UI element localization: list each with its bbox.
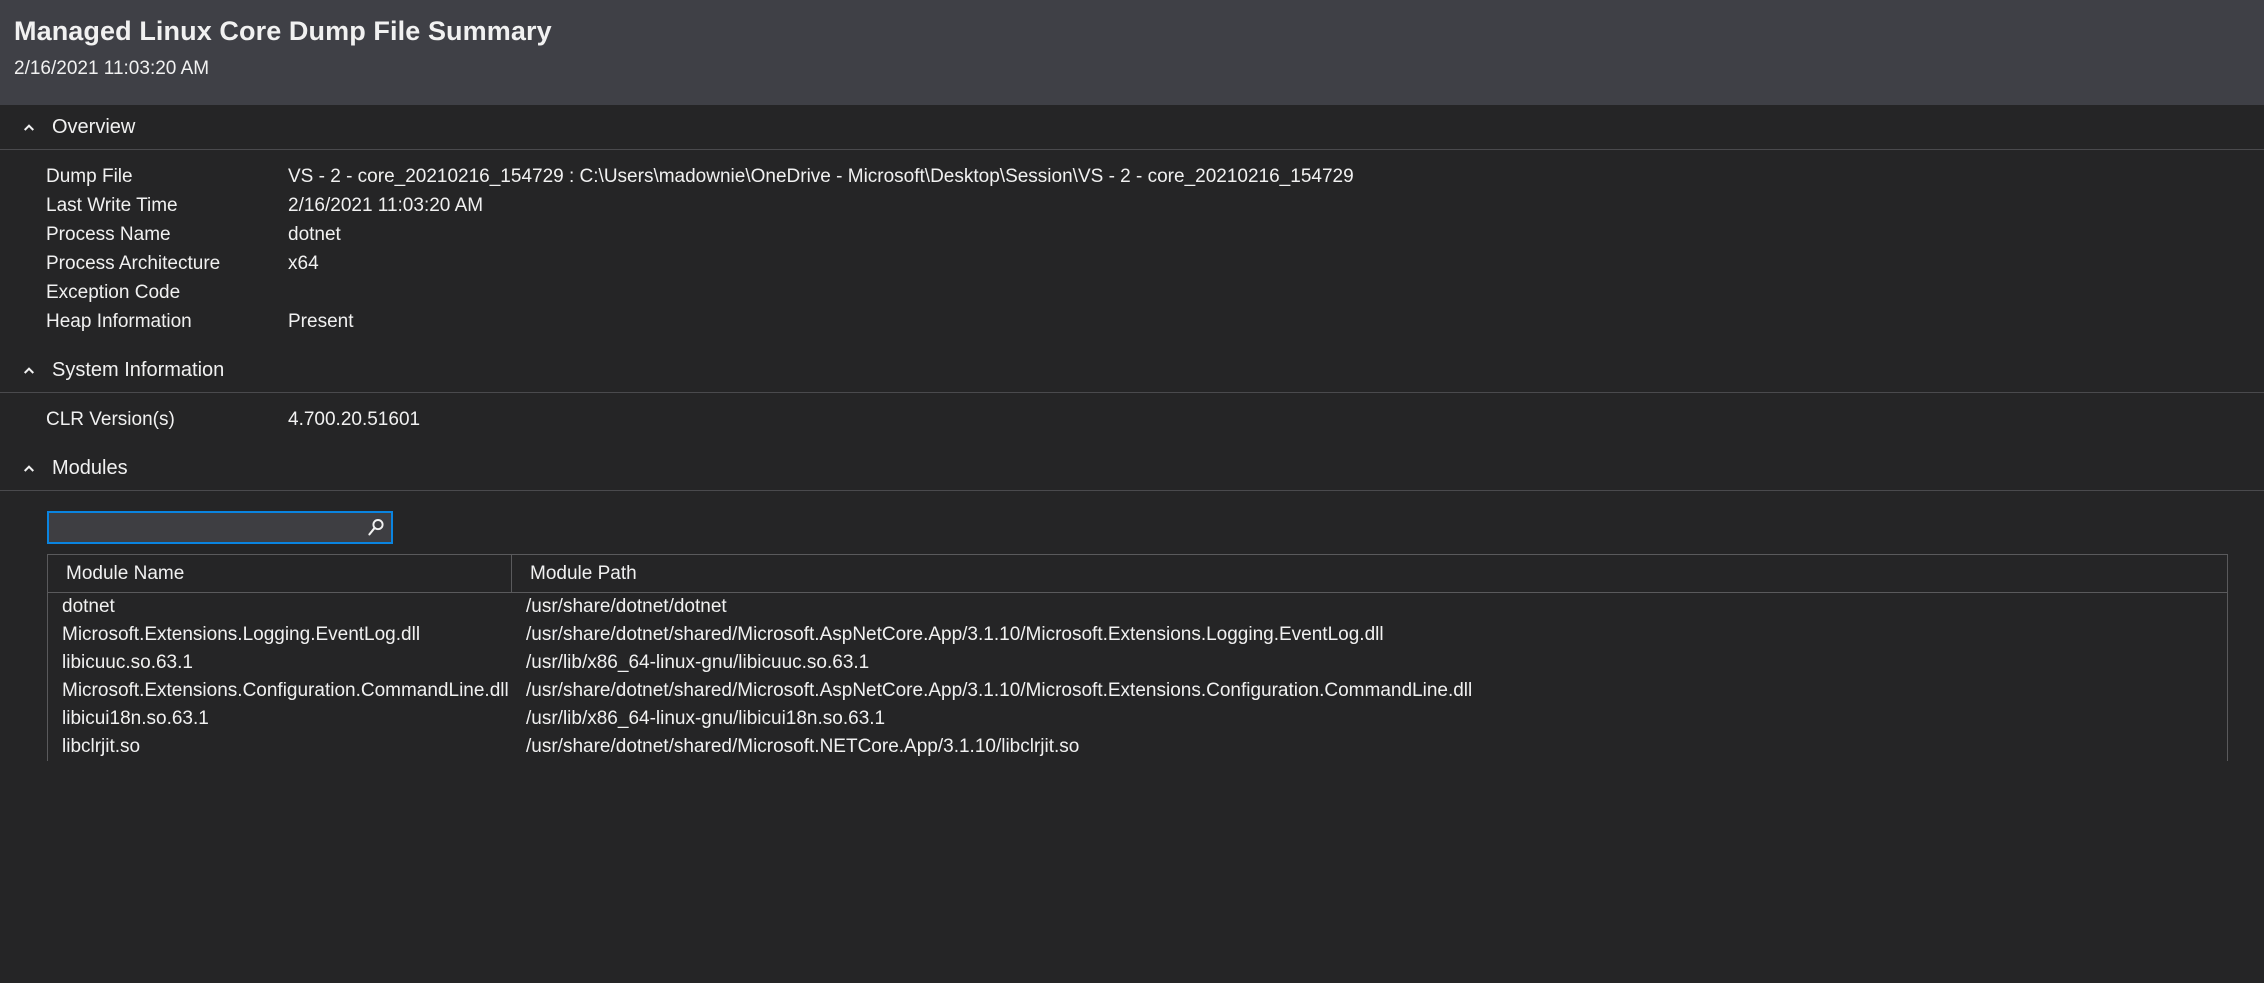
page-header: Managed Linux Core Dump File Summary 2/1… <box>0 0 2264 105</box>
detail-value: x64 <box>288 253 319 274</box>
section-header-system-information[interactable]: System Information <box>0 348 2264 392</box>
cell-module-name: dotnet <box>62 596 115 617</box>
section-header-overview[interactable]: Overview <box>0 105 2264 149</box>
column-header-module-name[interactable]: Module Name <box>48 555 512 592</box>
cell-module-path: /usr/lib/x86_64-linux-gnu/libicuuc.so.63… <box>526 652 870 673</box>
detail-label: Heap Information <box>46 311 192 332</box>
detail-label: Last Write Time <box>46 195 178 216</box>
section-title-system-information: System Information <box>52 359 225 381</box>
table-row[interactable]: Microsoft.Extensions.Logging.EventLog.dl… <box>48 621 2227 649</box>
overview-details: Dump File VS - 2 - core_20210216_154729 … <box>0 150 2264 348</box>
cell-module-path: /usr/share/dotnet/dotnet <box>526 596 727 617</box>
detail-label: Dump File <box>46 166 133 187</box>
detail-label: Process Architecture <box>46 253 221 274</box>
detail-row: Process Architecture x64 <box>0 253 2264 275</box>
table-row[interactable]: libicui18n.so.63.1 /usr/lib/x86_64-linux… <box>48 705 2227 733</box>
detail-value: VS - 2 - core_20210216_154729 : C:\Users… <box>288 166 1354 187</box>
system-information-details: CLR Version(s) 4.700.20.51601 <box>0 393 2264 446</box>
chevron-up-icon <box>18 116 40 138</box>
cell-module-path: /usr/lib/x86_64-linux-gnu/libicui18n.so.… <box>526 708 886 729</box>
chevron-up-icon <box>18 359 40 381</box>
column-header-module-path[interactable]: Module Path <box>512 555 2227 592</box>
detail-row: Process Name dotnet <box>0 224 2264 246</box>
modules-body: Module Name Module Path dotnet /usr/shar… <box>0 491 2264 761</box>
table-row[interactable]: libicuuc.so.63.1 /usr/lib/x86_64-linux-g… <box>48 649 2227 677</box>
detail-value: 4.700.20.51601 <box>288 409 421 430</box>
chevron-up-icon <box>18 457 40 479</box>
table-row[interactable]: dotnet /usr/share/dotnet/dotnet <box>48 593 2227 621</box>
detail-row: Dump File VS - 2 - core_20210216_154729 … <box>0 166 2264 188</box>
search-icon[interactable] <box>361 517 391 539</box>
module-search-box[interactable] <box>47 511 393 544</box>
search-input[interactable] <box>49 513 361 542</box>
table-row[interactable]: libclrjit.so /usr/share/dotnet/shared/Mi… <box>48 733 2227 761</box>
cell-module-path: /usr/share/dotnet/shared/Microsoft.NETCo… <box>526 736 1080 757</box>
page-timestamp: 2/16/2021 11:03:20 AM <box>14 58 210 79</box>
detail-row: Exception Code <box>0 282 2264 304</box>
cell-module-name: libclrjit.so <box>62 736 141 757</box>
detail-value: dotnet <box>288 224 341 245</box>
cell-module-name: libicui18n.so.63.1 <box>62 708 209 729</box>
detail-row: Heap Information Present <box>0 311 2264 333</box>
detail-label: Process Name <box>46 224 171 245</box>
table-header-row: Module Name Module Path <box>48 555 2227 593</box>
table-row[interactable]: Microsoft.Extensions.Configuration.Comma… <box>48 677 2227 705</box>
cell-module-path: /usr/share/dotnet/shared/Microsoft.AspNe… <box>526 680 1473 701</box>
modules-table: Module Name Module Path dotnet /usr/shar… <box>47 554 2228 761</box>
detail-value: 2/16/2021 11:03:20 AM <box>288 195 484 216</box>
section-header-modules[interactable]: Modules <box>0 446 2264 490</box>
cell-module-name: Microsoft.Extensions.Configuration.Comma… <box>62 680 509 701</box>
detail-label: CLR Version(s) <box>46 409 175 430</box>
section-title-overview: Overview <box>52 116 136 138</box>
cell-module-path: /usr/share/dotnet/shared/Microsoft.AspNe… <box>526 624 1384 645</box>
section-title-modules: Modules <box>52 457 128 479</box>
page-title: Managed Linux Core Dump File Summary <box>14 16 552 46</box>
detail-row: CLR Version(s) 4.700.20.51601 <box>0 409 2264 431</box>
detail-value: Present <box>288 311 354 332</box>
detail-label: Exception Code <box>46 282 181 303</box>
detail-row: Last Write Time 2/16/2021 11:03:20 AM <box>0 195 2264 217</box>
cell-module-name: Microsoft.Extensions.Logging.EventLog.dl… <box>62 624 421 645</box>
cell-module-name: libicuuc.so.63.1 <box>62 652 193 673</box>
